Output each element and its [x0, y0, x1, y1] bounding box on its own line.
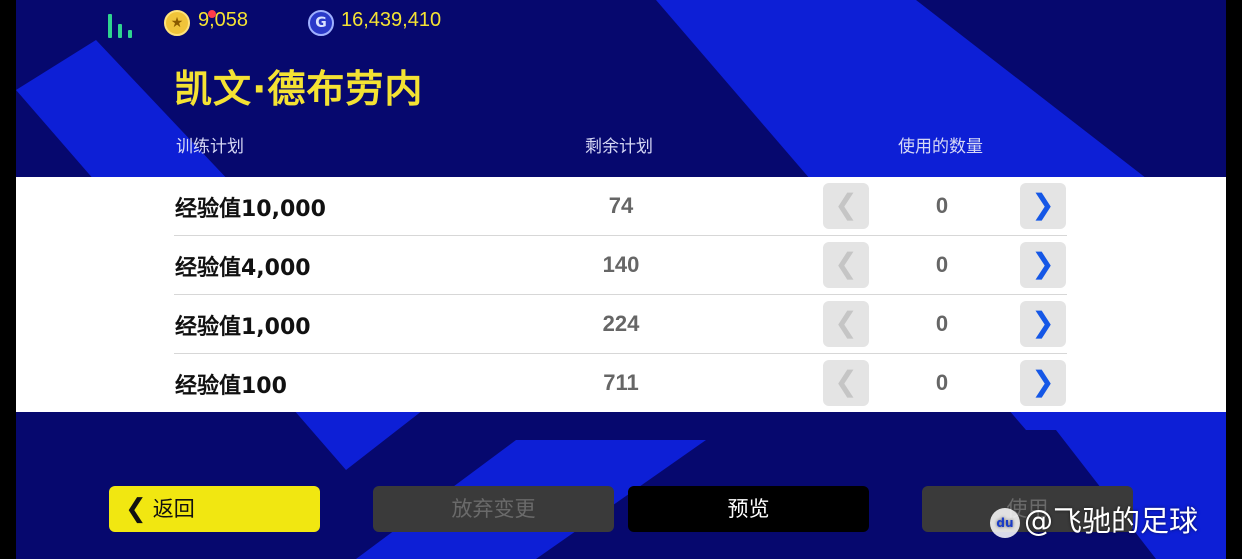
notification-dot: [208, 10, 216, 18]
baidu-paw-icon: du: [990, 508, 1020, 538]
chevron-left-icon: ❮: [834, 306, 858, 339]
top-status-bar: ★ 9,058 G 16,439,410: [16, 0, 1226, 44]
used-quantity: 0: [935, 370, 949, 395]
increment-button[interactable]: ❯: [1020, 183, 1066, 229]
table-row: 经验值4,000 140 ❮ 0 ❯: [174, 236, 1067, 295]
chevron-left-icon: ❮: [834, 365, 858, 398]
chevron-left-icon: ❮: [834, 188, 858, 221]
plan-name: 经验值1,000: [175, 315, 311, 340]
player-name: 凯文·德布劳内: [174, 67, 424, 111]
signal-icon: [108, 12, 136, 38]
gp-balance: 16,439,410: [341, 9, 442, 31]
right-letterbox: [1226, 0, 1242, 559]
decrement-button[interactable]: ❮: [823, 183, 869, 229]
remaining-count: 711: [603, 370, 639, 395]
header-remaining-plan: 剩余计划: [585, 137, 653, 157]
remaining-count: 140: [602, 252, 640, 277]
table-row: 经验值1,000 224 ❮ 0 ❯: [174, 295, 1067, 354]
header-training-plan: 训练计划: [176, 137, 244, 157]
back-label: 返回: [152, 497, 195, 521]
used-quantity: 0: [935, 193, 949, 218]
back-button[interactable]: ❮ 返回: [109, 486, 320, 532]
increment-button[interactable]: ❯: [1020, 242, 1066, 288]
table-row: 经验值100 711 ❮ 0 ❯: [174, 354, 1067, 413]
coin-balance: 9,058: [198, 9, 249, 31]
gp-icon: G: [308, 10, 334, 36]
plan-name: 经验值4,000: [175, 256, 311, 281]
header-used-quantity: 使用的数量: [898, 137, 983, 157]
preview-button[interactable]: 预览: [628, 486, 869, 532]
increment-button[interactable]: ❯: [1020, 301, 1066, 347]
chevron-right-icon: ❯: [1031, 188, 1055, 221]
chevron-right-icon: ❯: [1031, 365, 1055, 398]
plan-name: 经验值10,000: [175, 197, 326, 222]
remaining-count: 224: [602, 311, 640, 336]
remaining-count: 74: [608, 193, 634, 218]
decrement-button[interactable]: ❮: [823, 242, 869, 288]
watermark-text: @飞驰的足球: [1024, 504, 1199, 538]
decrement-button[interactable]: ❮: [823, 301, 869, 347]
increment-button[interactable]: ❯: [1020, 360, 1066, 406]
used-quantity: 0: [935, 311, 949, 336]
chevron-left-icon: ❮: [834, 247, 858, 280]
chevron-right-icon: ❯: [1031, 306, 1055, 339]
used-quantity: 0: [935, 252, 949, 277]
table-row: 经验值10,000 74 ❮ 0 ❯: [174, 177, 1067, 236]
watermark: du @飞驰的足球: [990, 498, 1198, 540]
star-coin-icon: ★: [164, 10, 190, 36]
left-letterbox: [0, 0, 16, 559]
training-screen: ★ 9,058 G 16,439,410 凯文·德布劳内 训练计划 剩余计划 使…: [16, 0, 1226, 559]
chevron-right-icon: ❯: [1031, 247, 1055, 280]
training-plan-table: 经验值10,000 74 ❮ 0 ❯ 经验值4,000 140 ❮ 0 ❯ 经验…: [16, 177, 1226, 412]
plan-name: 经验值100: [175, 374, 287, 399]
decrement-button[interactable]: ❮: [823, 360, 869, 406]
chevron-left-icon: ❮: [125, 494, 147, 524]
discard-changes-button[interactable]: 放弃变更: [373, 486, 614, 532]
